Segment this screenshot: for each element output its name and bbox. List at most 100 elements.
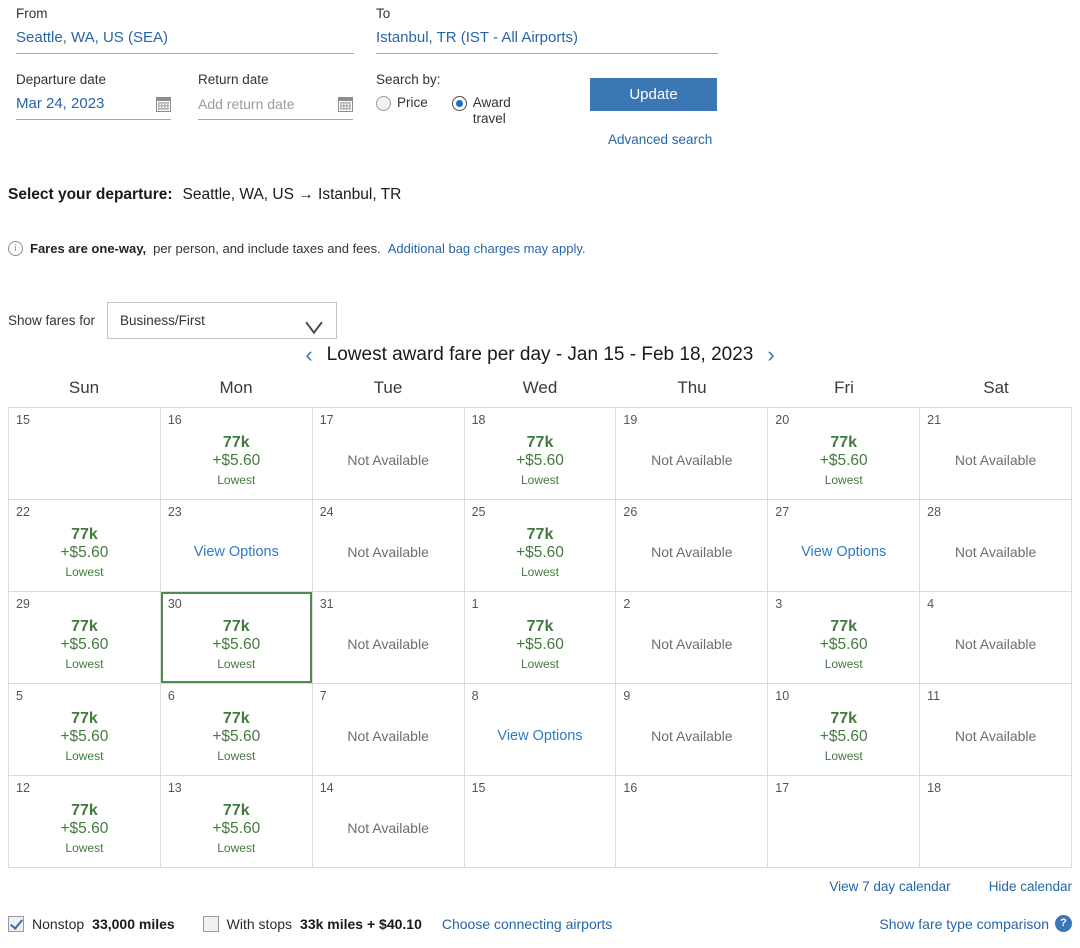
fare-lowest-badge: Lowest (65, 841, 104, 856)
calendar-icon[interactable] (156, 97, 171, 112)
choose-connecting-airports-link[interactable]: Choose connecting airports (442, 916, 612, 932)
next-period-icon[interactable]: › (753, 344, 788, 366)
calendar-day-cell: 18 (920, 776, 1072, 868)
calendar-day-cell[interactable]: 6 77k +$5.60 Lowest (160, 684, 313, 776)
to-input[interactable]: Istanbul, TR (IST - All Airports) (376, 28, 718, 54)
calendar-day-cell: 28 Not Available (920, 500, 1072, 592)
select-departure-title: Select your departure: (8, 186, 173, 203)
calendar-day-cell[interactable]: 20 77k +$5.60 Lowest (768, 408, 921, 500)
calendar-day-cell[interactable]: 16 77k +$5.60 Lowest (160, 408, 313, 500)
calendar-day-cell[interactable]: 5 77k +$5.60 Lowest (9, 684, 161, 776)
calendar-day-cell: 17 (768, 776, 921, 868)
radio-option-price[interactable]: Price (376, 95, 428, 127)
weekday-sun: Sun (68, 378, 100, 397)
bottom-filter-bar: Nonstop 33,000 miles With stops 33k mile… (8, 915, 1072, 932)
previous-period-icon[interactable]: ‹ (291, 344, 326, 366)
calendar-day-cell[interactable]: 27 View Options (768, 500, 921, 592)
departure-date-input[interactable]: Mar 24, 2023 (16, 94, 171, 120)
update-button[interactable]: Update (590, 78, 717, 111)
fare-tax: +$5.60 (60, 544, 109, 562)
fare-miles: 77k (222, 617, 250, 635)
calendar-cell-content: 77k +$5.60 Lowest (9, 606, 160, 683)
calendar-cell-content: Not Available (616, 606, 767, 683)
not-available-text: Not Available (954, 727, 1037, 744)
calendar-cell-content: 77k +$5.60 Lowest (768, 606, 919, 683)
calendar-cell-content: Not Available (313, 698, 464, 775)
fare-tax: +$5.60 (60, 728, 109, 746)
award-calendar-page: From Seattle, WA, US (SEA) To Istanbul, … (0, 0, 1080, 948)
calendar-day-cell[interactable]: 12 77k +$5.60 Lowest (9, 776, 161, 868)
calendar-day-cell[interactable]: 22 77k +$5.60 Lowest (9, 500, 161, 592)
with-stops-filter[interactable]: With stops 33k miles + $40.10 (202, 915, 422, 932)
calendar-day-cell[interactable]: 8 View Options (464, 684, 617, 776)
calendar-title: Lowest award fare per day - Jan 15 - Feb… (326, 344, 754, 365)
hide-calendar-link[interactable]: Hide calendar (989, 879, 1072, 894)
calendar-day-cell[interactable]: 30 77k +$5.60 Lowest (160, 592, 313, 684)
show-fare-type-comparison-link[interactable]: Show fare type comparison (879, 916, 1049, 932)
fare-class-selected-value: Business/First (120, 313, 205, 328)
calendar-cell-content: Not Available (313, 790, 464, 867)
fare-miles: 77k (830, 617, 858, 635)
calendar-day-cell[interactable]: 23 View Options (160, 500, 313, 592)
view-options-link[interactable]: View Options (497, 728, 582, 746)
calendar-day-cell[interactable]: 1 77k +$5.60 Lowest (464, 592, 617, 684)
calendar-cell-content: View Options (768, 514, 919, 591)
calendar-day-cell: 17 Not Available (312, 408, 465, 500)
calendar-day-cell: 15 (464, 776, 617, 868)
nonstop-checkbox[interactable] (8, 915, 24, 932)
calendar-day-cell[interactable]: 3 77k +$5.60 Lowest (768, 592, 921, 684)
fares-note: i Fares are one-way, per person, and inc… (8, 241, 586, 256)
radio-award-label: Award travel (472, 95, 511, 126)
calendar-day-cell[interactable]: 10 77k +$5.60 Lowest (768, 684, 921, 776)
radio-option-award-travel[interactable]: Award travel (451, 95, 533, 127)
select-departure-route: Seattle, WA, US → Istanbul, TR (182, 186, 402, 203)
calendar-cell-content: Not Available (920, 606, 1071, 683)
radio-award-indicator[interactable] (451, 96, 467, 111)
fare-miles: 77k (71, 801, 98, 819)
from-input[interactable]: Seattle, WA, US (SEA) (16, 28, 354, 54)
additional-bag-charges-link[interactable]: Additional bag charges may apply. (388, 241, 586, 256)
calendar-cell-content: 77k +$5.60 Lowest (9, 514, 160, 591)
view-options-link[interactable]: View Options (194, 544, 279, 562)
show-fares-for-group: Show fares for Business/First (8, 302, 338, 339)
return-date-input[interactable]: Add return date (198, 94, 353, 120)
advanced-search-link[interactable]: Advanced search (608, 132, 712, 147)
calendar-cell-content: View Options (161, 514, 312, 591)
fare-lowest-badge: Lowest (65, 657, 104, 672)
not-available-text: Not Available (347, 635, 429, 652)
departure-date-group: Departure date Mar 24, 2023 (16, 72, 171, 120)
calendar-cell-content (768, 790, 919, 867)
view-options-link[interactable]: View Options (801, 544, 886, 562)
not-available-text: Not Available (347, 819, 429, 836)
calendar-day-cell[interactable]: 18 77k +$5.60 Lowest (464, 408, 617, 500)
calendar-day-cell[interactable]: 13 77k +$5.60 Lowest (160, 776, 313, 868)
calendar-cell-content: Not Available (616, 698, 767, 775)
calendar-cell-content: 77k +$5.60 Lowest (161, 698, 312, 775)
fare-miles: 77k (526, 525, 554, 543)
not-available-text: Not Available (651, 727, 733, 744)
fare-class-select[interactable]: Business/First (107, 302, 338, 339)
weekday-thu: Thu (677, 378, 707, 397)
calendar-footer-links: View 7 day calendar Hide calendar (829, 879, 1072, 894)
help-icon[interactable]: ? (1055, 915, 1072, 932)
calendar-cell-content: Not Available (920, 514, 1071, 591)
calendar-cell-content: 77k +$5.60 Lowest (465, 606, 616, 683)
with-stops-checkbox[interactable] (202, 915, 219, 932)
fare-lowest-badge: Lowest (520, 657, 559, 672)
not-available-text: Not Available (954, 451, 1037, 468)
fare-tax: +$5.60 (212, 728, 261, 746)
calendar-cell-content: Not Available (313, 514, 464, 591)
fare-lowest-badge: Lowest (217, 749, 256, 764)
departure-date-value: Mar 24, 2023 (16, 95, 105, 112)
radio-price-indicator[interactable] (376, 96, 391, 111)
search-by-label: Search by: (376, 72, 441, 87)
calendar-day-cell[interactable]: 29 77k +$5.60 Lowest (9, 592, 161, 684)
calendar-icon[interactable] (338, 97, 353, 112)
nonstop-value: 33,000 miles (92, 915, 175, 932)
calendar-cell-content: 77k +$5.60 Lowest (161, 422, 312, 499)
calendar-day-cell: 15 (9, 408, 161, 500)
view-7-day-calendar-link[interactable]: View 7 day calendar (829, 879, 950, 894)
calendar-day-cell[interactable]: 25 77k +$5.60 Lowest (464, 500, 617, 592)
fare-lowest-badge: Lowest (217, 841, 256, 856)
nonstop-filter[interactable]: Nonstop 33,000 miles (8, 915, 175, 932)
